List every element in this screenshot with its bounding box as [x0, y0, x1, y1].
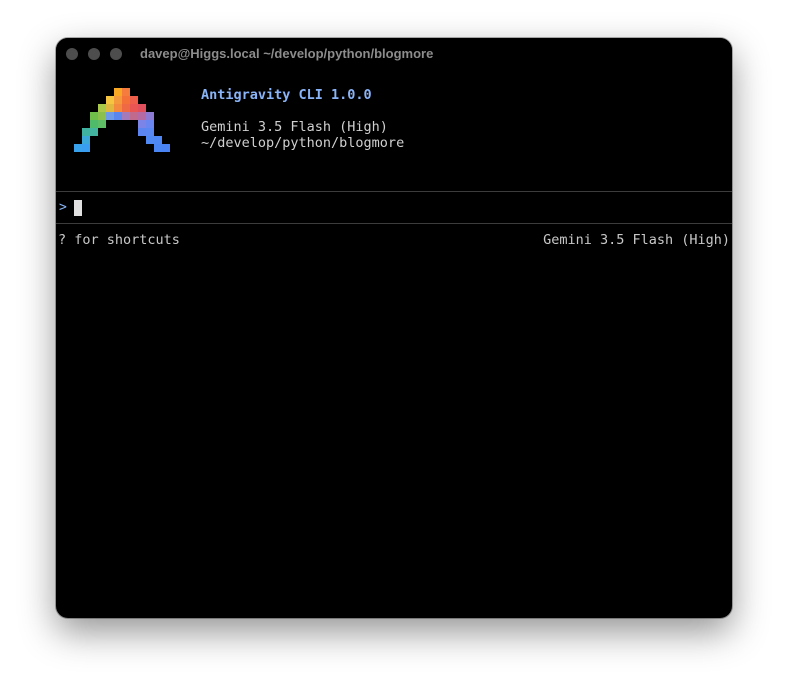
- prompt-row[interactable]: >: [56, 192, 732, 223]
- footer-model-indicator: Gemini 3.5 Flash (High): [543, 232, 730, 248]
- close-window-button[interactable]: [66, 48, 78, 60]
- prompt-input[interactable]: [72, 199, 712, 216]
- divider: [56, 223, 732, 224]
- model-name: Gemini 3.5 Flash (High): [201, 119, 388, 135]
- text-cursor: [74, 200, 82, 216]
- antigravity-logo-icon: [74, 88, 170, 152]
- maximize-window-button[interactable]: [110, 48, 122, 60]
- window-title: davep@Higgs.local ~/develop/python/blogm…: [140, 46, 434, 61]
- working-directory: ~/develop/python/blogmore: [201, 135, 405, 151]
- prompt-symbol: >: [59, 200, 67, 215]
- title-bar: davep@Higgs.local ~/develop/python/blogm…: [56, 38, 732, 70]
- app-name: Antigravity CLI 1.0.0: [201, 87, 372, 103]
- terminal-window: davep@Higgs.local ~/develop/python/blogm…: [56, 38, 732, 618]
- shortcuts-hint: ? for shortcuts: [58, 232, 180, 248]
- minimize-window-button[interactable]: [88, 48, 100, 60]
